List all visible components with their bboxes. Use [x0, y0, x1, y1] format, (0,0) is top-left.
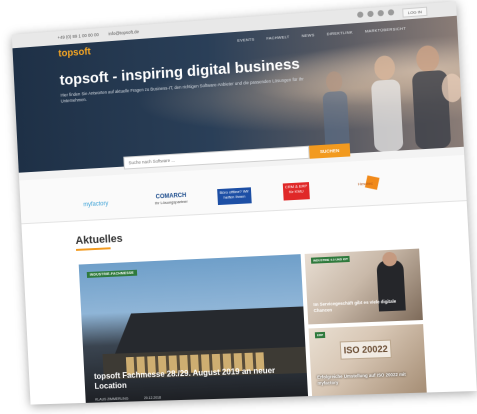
phone-text[interactable]: +49 (0) 89 1 00 00 00: [57, 32, 99, 40]
social-icons: [357, 9, 395, 18]
news-meta: KLAUS ZIMMERLING 20.12.2018: [95, 396, 161, 402]
facebook-icon[interactable]: [357, 11, 364, 18]
news-headline[interactable]: Im Servicegeschäft gibt es viele digital…: [313, 298, 411, 313]
news-category-tag[interactable]: ERP: [314, 331, 326, 339]
news-card-side[interactable]: ISO 20022 ERP Erfolgreiche Umstellung au…: [308, 324, 427, 400]
partner-logo-myfactory[interactable]: myfactory: [83, 201, 108, 208]
website-page: +49 (0) 89 1 00 00 00 info@topsoft.de LO…: [11, 1, 477, 405]
screenshot-stage: +49 (0) 89 1 00 00 00 info@topsoft.de LO…: [0, 0, 477, 414]
title-underline: [75, 247, 111, 251]
nav-item-events[interactable]: EVENTS: [237, 37, 254, 43]
linkedin-icon[interactable]: [387, 9, 395, 16]
contact-info: +49 (0) 89 1 00 00 00 info@topsoft.de: [57, 29, 139, 40]
search-button[interactable]: SUCHEN: [309, 143, 351, 159]
partner-logo-hesotec[interactable]: Hesotec: [358, 181, 373, 187]
partner-logo-buero-offline[interactable]: Büro offline? Wir helfen Ihnen: [217, 187, 252, 206]
login-button[interactable]: LOG IN: [402, 6, 428, 18]
news-card-main[interactable]: INDUSTRIE-FACHMESSE topsoft Fachmesse 28…: [78, 254, 309, 405]
news-category-tag[interactable]: INDUSTRIE 4.0 UND IOT: [310, 255, 351, 264]
partner-logo-crm-erp[interactable]: CRM & ERP für KMU: [282, 182, 310, 201]
news-section: Aktuelles INDUSTRIE-FACHMESSE topsoft Fa…: [21, 201, 477, 405]
partner-logo-comarch[interactable]: COMARCH Ihr Lösungspartner: [154, 193, 188, 207]
nav-item-news[interactable]: NEWS: [301, 32, 314, 38]
twitter-icon[interactable]: [377, 9, 384, 17]
email-text[interactable]: info@topsoft.de: [108, 29, 139, 36]
news-card-side[interactable]: INDUSTRIE 4.0 UND IOT Im Servicegeschäft…: [304, 248, 423, 325]
xing-icon[interactable]: [367, 10, 374, 18]
news-category-tag[interactable]: INDUSTRIE-FACHMESSE: [86, 269, 137, 278]
author-text: KLAUS ZIMMERLING: [95, 396, 129, 402]
date-text: 20.12.2018: [143, 395, 162, 401]
news-headline[interactable]: Erfolgreiche Umstellung auf ISO 20022 mi…: [317, 371, 415, 386]
partner-sub: Ihr Lösungspartner: [154, 198, 188, 206]
site-logo[interactable]: topsoft: [58, 47, 91, 60]
iso-badge: ISO 20022: [339, 339, 392, 360]
section-title: Aktuelles: [75, 232, 123, 247]
